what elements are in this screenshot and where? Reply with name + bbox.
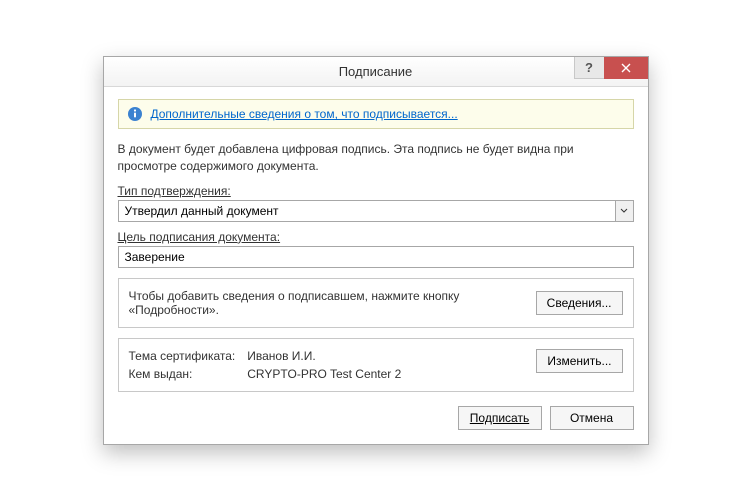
signing-purpose-input[interactable]	[118, 246, 634, 268]
sign-button[interactable]: Подписать	[458, 406, 542, 430]
cert-button-wrap: Изменить...	[536, 349, 622, 381]
change-cert-button[interactable]: Изменить...	[536, 349, 622, 373]
combo-dropdown-button[interactable]	[615, 201, 633, 221]
sign-dialog: Подписание ? Дополнительные сведения о т…	[103, 56, 649, 444]
chevron-down-icon	[620, 208, 628, 214]
dialog-body: Дополнительные сведения о том, что подпи…	[104, 87, 648, 443]
cert-issuer-value: CRYPTO-PRO Test Center 2	[247, 367, 526, 381]
titlebar: Подписание ?	[104, 57, 648, 87]
signer-details-panel: Чтобы добавить сведения о подписавшем, н…	[118, 278, 634, 328]
info-icon	[127, 106, 143, 122]
cert-issuer-label: Кем выдан:	[129, 367, 236, 381]
close-button[interactable]	[604, 57, 648, 79]
cert-subject-label: Тема сертификата:	[129, 349, 236, 363]
dialog-title: Подписание	[104, 64, 648, 79]
dialog-footer: Подписать Отмена	[118, 406, 634, 430]
cert-subject-value: Иванов И.И.	[247, 349, 526, 363]
details-button[interactable]: Сведения...	[536, 291, 623, 315]
info-bar: Дополнительные сведения о том, что подпи…	[118, 99, 634, 129]
signer-details-text: Чтобы добавить сведения о подписавшем, н…	[129, 289, 526, 317]
confirmation-type-label: Тип подтверждения:	[118, 184, 634, 198]
signing-purpose-label: Цель подписания документа:	[118, 230, 634, 244]
info-link[interactable]: Дополнительные сведения о том, что подпи…	[151, 107, 458, 121]
confirmation-type-input[interactable]	[119, 201, 615, 221]
description-text: В документ будет добавлена цифровая подп…	[118, 141, 634, 173]
titlebar-controls: ?	[574, 57, 648, 86]
confirmation-type-combo[interactable]	[118, 200, 634, 222]
certificate-panel: Тема сертификата: Иванов И.И. Кем выдан:…	[118, 338, 634, 392]
close-icon	[621, 63, 631, 73]
cancel-button[interactable]: Отмена	[550, 406, 634, 430]
certificate-grid: Тема сертификата: Иванов И.И. Кем выдан:…	[129, 349, 527, 381]
help-button[interactable]: ?	[574, 57, 604, 79]
